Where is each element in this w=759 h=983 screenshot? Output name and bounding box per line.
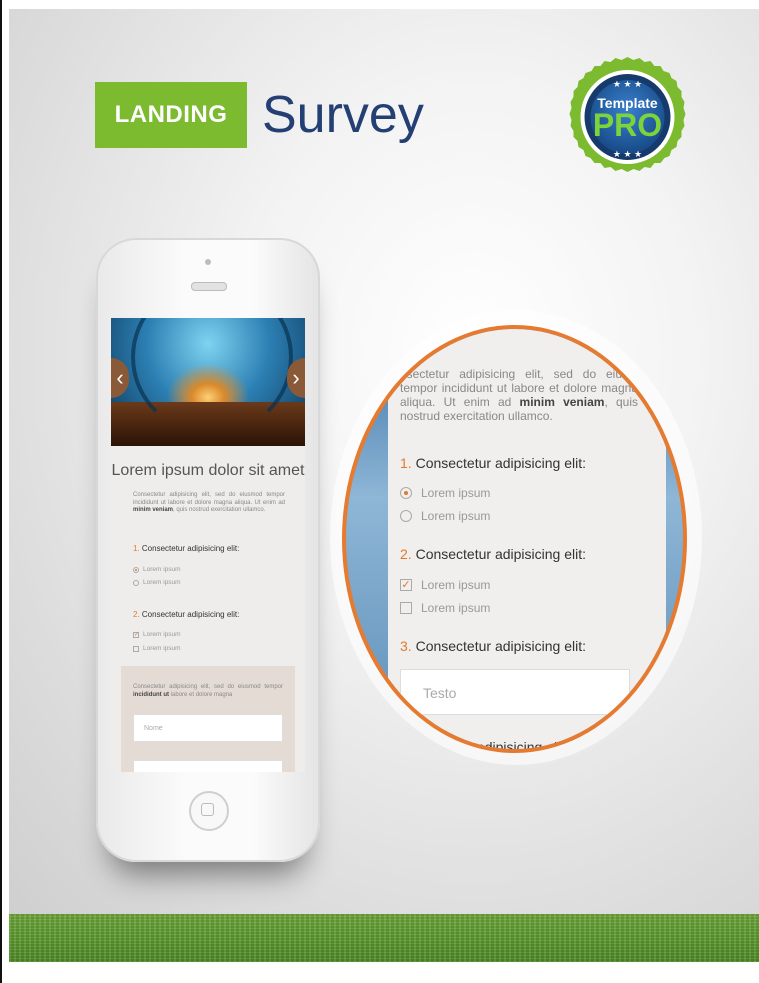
logo-landing-label: LANDING	[114, 101, 228, 128]
phone-question-1: 1. Consectetur adipisicing elit:	[133, 544, 240, 553]
phone-q1-option-1[interactable]: Lorem ipsum	[133, 566, 181, 573]
zoom-question-3: 3. Consectetur adipisicing elit:	[400, 638, 586, 654]
zoom-q2-option-1[interactable]: ✓ Lorem ipsum	[400, 578, 490, 592]
radio-icon[interactable]	[400, 510, 412, 522]
zoom-question-2: 2. Consectetur adipisicing elit:	[400, 546, 586, 562]
zoom-q2-option-2[interactable]: Lorem ipsum	[400, 601, 490, 615]
svg-text:★ ★ ★: ★ ★ ★	[613, 149, 642, 159]
zoom-q1-option-1[interactable]: Lorem ipsum	[400, 486, 490, 500]
checkbox-checked-icon[interactable]: ✓	[400, 579, 412, 591]
radio-icon[interactable]	[133, 579, 139, 586]
phone-intro-text: Consectetur adipisicing elit, sed do eiu…	[133, 492, 285, 513]
phone-question-2: 2. Consectetur adipisicing elit:	[133, 610, 240, 619]
logo-survey-word: Survey	[262, 86, 424, 144]
phone-page-title: Lorem ipsum dolor sit amet	[111, 462, 305, 479]
phone-screen: ‹ › Lorem ipsum dolor sit amet Consectet…	[111, 318, 305, 772]
checkbox-checked-icon[interactable]: ✓	[133, 631, 139, 638]
phone-second-input[interactable]	[133, 760, 283, 772]
zoom-q1-option-2[interactable]: Lorem ipsum	[400, 509, 490, 523]
zoom-magnifier: nsectetur adipisicing elit, sed do eiusm…	[342, 325, 687, 753]
logo-landing-box: LANDING	[95, 82, 247, 148]
page-frame: LANDING Survey ★ ★ ★ ★ ★ ★ Template PRO	[0, 0, 759, 983]
phone-q2-option-1[interactable]: ✓ Lorem ipsum	[133, 631, 181, 638]
zoom-question-1: 1. Consectetur adipisicing elit:	[400, 455, 586, 471]
svg-text:★ ★ ★: ★ ★ ★	[613, 79, 642, 89]
phone-q2-option-2[interactable]: Lorem ipsum	[133, 645, 181, 652]
phone-name-input[interactable]: Nome	[133, 714, 283, 742]
left-border-line	[0, 0, 2, 983]
phone-q1-option-2[interactable]: Lorem ipsum	[133, 579, 181, 586]
phone-speaker	[191, 282, 227, 291]
checkbox-icon[interactable]	[400, 602, 412, 614]
grass-footer-strip	[9, 914, 759, 962]
radio-selected-icon[interactable]	[400, 487, 412, 499]
phone-form-box: Consectetur adipisicing elit, sed do eiu…	[121, 666, 295, 772]
zoom-intro-text: nsectetur adipisicing elit, sed do eiusm…	[400, 367, 638, 423]
badge-pro-text: PRO	[592, 107, 663, 143]
template-pro-badge: ★ ★ ★ ★ ★ ★ Template PRO	[567, 41, 688, 193]
zoom-text-input[interactable]: Testo	[400, 669, 630, 715]
zoom-panel: nsectetur adipisicing elit, sed do eiusm…	[388, 329, 666, 749]
checkbox-icon[interactable]	[133, 645, 139, 652]
phone-camera	[205, 259, 211, 265]
home-button-square	[201, 803, 214, 816]
phone-form-text: Consectetur adipisicing elit, sed do eiu…	[133, 684, 283, 698]
radio-selected-icon[interactable]	[133, 566, 139, 573]
